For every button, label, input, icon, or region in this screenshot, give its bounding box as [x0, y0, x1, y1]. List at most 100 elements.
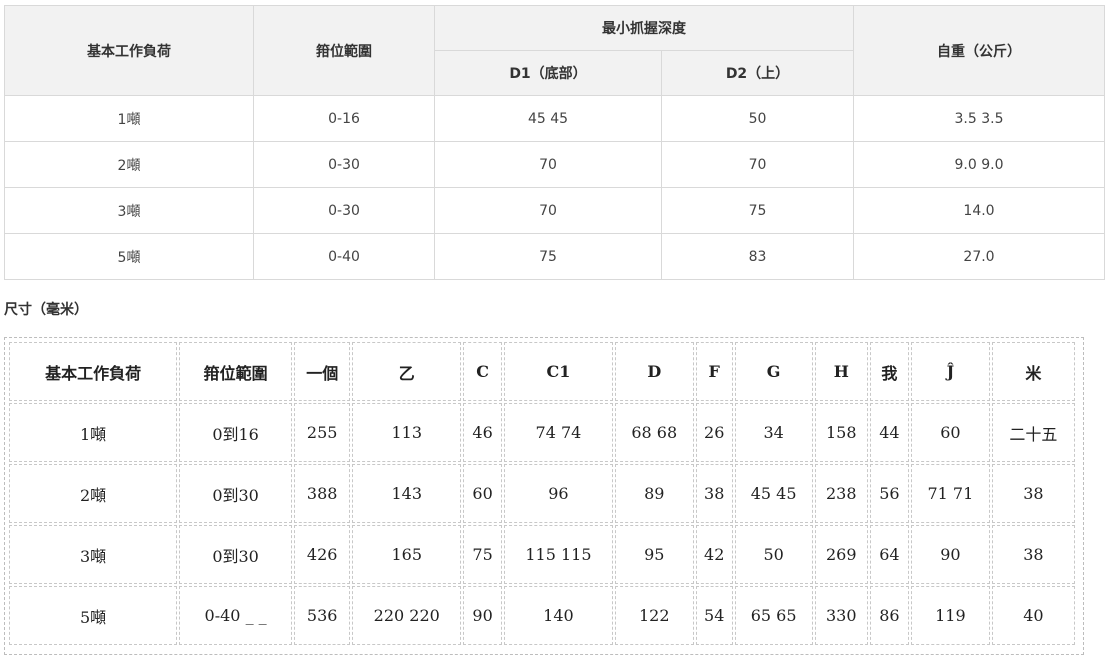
column-header: 我 — [869, 342, 909, 401]
table-cell: 50 — [661, 95, 854, 142]
table-cell: 95 — [614, 525, 694, 584]
table-cell: 165 — [352, 525, 462, 584]
table-cell: 40 — [991, 586, 1075, 645]
table-cell: 0-40 _ _ — [179, 586, 292, 645]
table-cell: 426 — [294, 525, 351, 584]
table-cell: 0到30 — [179, 464, 292, 523]
table-cell: 14.0 — [853, 187, 1105, 234]
table-cell: 113 — [352, 403, 462, 462]
table-cell: 9.0 9.0 — [853, 141, 1105, 188]
table-cell: 0-16 — [253, 95, 435, 142]
column-header: D — [614, 342, 694, 401]
spec-table: 基本工作負荷 箝位範圍 最小抓握深度 自重（公斤） D1（底部） D2（上） 1… — [4, 5, 1105, 280]
table-cell: 5噸 — [9, 586, 178, 645]
table-cell: 38 — [991, 464, 1075, 523]
table-cell: 330 — [814, 586, 868, 645]
table-cell: 60 — [463, 464, 503, 523]
table-cell: 38 — [991, 525, 1075, 584]
column-header: G — [734, 342, 813, 401]
table-cell: 143 — [352, 464, 462, 523]
table-row: 5噸 0-40 75 83 27.0 — [4, 233, 1105, 280]
table-cell: 0-30 — [253, 187, 435, 234]
table-cell: 70 — [661, 141, 854, 188]
table-cell: 115 115 — [504, 525, 613, 584]
table-cell: 26 — [695, 403, 733, 462]
column-header: C1 — [504, 342, 613, 401]
table-cell: 388 — [294, 464, 351, 523]
dimensions-table-body: 1噸 0到16 255 113 46 74 74 68 68 26 34 158 44 60 二十五 2噸… — [9, 403, 1075, 645]
table-cell: 44 — [869, 403, 909, 462]
dimensions-table-frame: 基本工作負荷 箝位範圍 一個乙 C C1 D F G H 我 Ĵ 米 1噸 0到16 255 113 46 74… — [4, 337, 1084, 655]
table-cell: 2噸 — [4, 141, 254, 188]
header-weight: 自重（公斤） — [853, 5, 1105, 96]
table-cell: 75 — [661, 187, 854, 234]
column-header: F — [695, 342, 733, 401]
table-row: 1噸 0-16 45 45 50 3.5 3.5 — [4, 95, 1105, 142]
table-cell: 3噸 — [9, 525, 178, 584]
table-cell: 42 — [695, 525, 733, 584]
table-cell: 68 68 — [614, 403, 694, 462]
table-cell: 70 — [434, 187, 662, 234]
table-cell: 46 — [463, 403, 503, 462]
table-cell: 0到16 — [179, 403, 292, 462]
table-cell: 0-30 — [253, 141, 435, 188]
table-cell: 122 — [614, 586, 694, 645]
table-row: 2噸 0-30 70 70 9.0 9.0 — [4, 141, 1105, 188]
table-cell: 71 71 — [910, 464, 990, 523]
table-cell: 90 — [463, 586, 503, 645]
table-cell: 38 — [695, 464, 733, 523]
column-header: C — [463, 342, 503, 401]
header-load: 基本工作負荷 — [4, 5, 254, 96]
table-row: 5噸 0-40 _ _ 536 220 220 90 140 122 54 65 65 330 86… — [9, 586, 1075, 645]
table-cell: 140 — [504, 586, 613, 645]
table-cell: 90 — [910, 525, 990, 584]
table-cell: 86 — [869, 586, 909, 645]
table-cell: 74 74 — [504, 403, 613, 462]
table-row: 2噸 0到30 388 143 60 96 89 38 45 45 238 56 71 71 38 — [9, 464, 1075, 523]
table-cell: 50 — [734, 525, 813, 584]
table-cell: 89 — [614, 464, 694, 523]
table-cell: 1噸 — [4, 95, 254, 142]
column-header: 基本工作負荷 — [9, 342, 178, 401]
column-header: Ĵ — [910, 342, 990, 401]
table-cell: 64 — [869, 525, 909, 584]
table-cell: 45 45 — [734, 464, 813, 523]
dimensions-caption: 尺寸（毫米） — [4, 302, 88, 318]
table-cell: 60 — [910, 403, 990, 462]
table-cell: 34 — [734, 403, 813, 462]
table-cell: 0-40 — [253, 233, 435, 280]
table-cell: 536 — [294, 586, 351, 645]
spec-table-body: 1噸 0-16 45 45 50 3.5 3.5 2噸 0-30 70 70 9.0 9.0 3噸 0… — [4, 95, 1105, 280]
table-cell: 158 — [814, 403, 868, 462]
table-cell: 96 — [504, 464, 613, 523]
header-depth-group: 最小抓握深度 — [434, 5, 854, 51]
table-row: 1噸 0到16 255 113 46 74 74 68 68 26 34 158 44 60 二十五 — [9, 403, 1075, 462]
table-cell: 75 — [463, 525, 503, 584]
table-cell: 119 — [910, 586, 990, 645]
table-cell: 220 220 — [352, 586, 462, 645]
column-header: H — [814, 342, 868, 401]
table-cell: 269 — [814, 525, 868, 584]
table-cell: 1噸 — [9, 403, 178, 462]
header-d1: D1（底部） — [434, 50, 662, 96]
column-header: 一個 — [294, 342, 351, 401]
dimensions-header-row: 基本工作負荷 箝位範圍 一個乙 C C1 D F G H 我 Ĵ 米 — [9, 342, 1075, 401]
table-cell: 83 — [661, 233, 854, 280]
table-cell: 45 45 — [434, 95, 662, 142]
table-row: 3噸 0-30 70 75 14.0 — [4, 187, 1105, 234]
table-cell: 56 — [869, 464, 909, 523]
column-header: 米 — [991, 342, 1075, 401]
table-cell: 0到30 — [179, 525, 292, 584]
table-row: 3噸 0到30 426 165 75 115 115 95 42 50 269 64 90 38 — [9, 525, 1075, 584]
column-header: 乙 — [352, 342, 462, 401]
table-cell: 238 — [814, 464, 868, 523]
table-cell: 70 — [434, 141, 662, 188]
table-cell: 27.0 — [853, 233, 1105, 280]
table-cell: 5噸 — [4, 233, 254, 280]
table-cell: 65 65 — [734, 586, 813, 645]
table-cell: 二十五 — [991, 403, 1075, 462]
column-header: 箝位範圍 — [179, 342, 292, 401]
table-cell: 54 — [695, 586, 733, 645]
table-cell: 2噸 — [9, 464, 178, 523]
table-cell: 3.5 3.5 — [853, 95, 1105, 142]
